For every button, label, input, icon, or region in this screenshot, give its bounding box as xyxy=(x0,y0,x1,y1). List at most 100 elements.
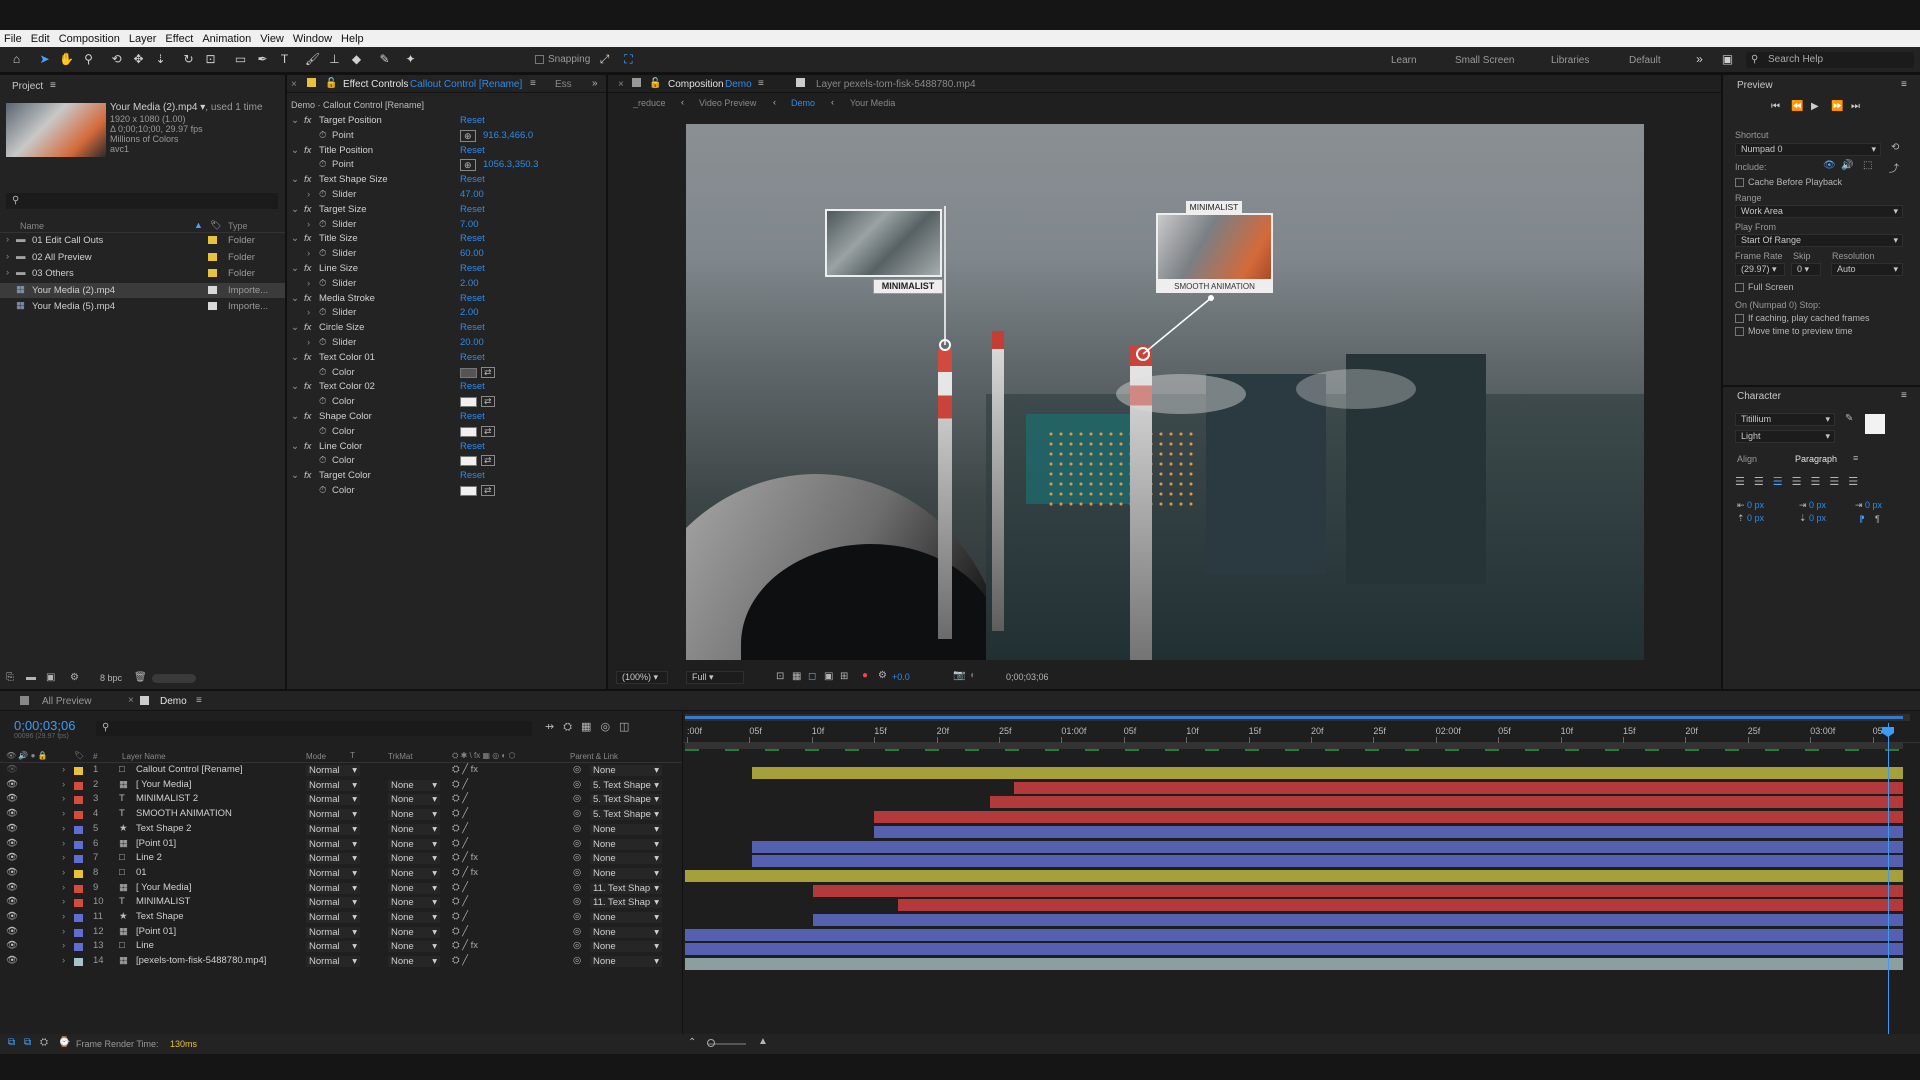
parent-select[interactable]: None ▾ xyxy=(590,941,662,953)
eye-toggle-icon[interactable]: 👁 xyxy=(6,911,18,922)
fx-icon[interactable]: fx xyxy=(304,263,311,274)
blend-mode-select[interactable]: Normal ▾ xyxy=(306,809,360,821)
blend-mode-select[interactable]: Normal ▾ xyxy=(306,823,360,835)
panel-menu-icon[interactable]: ≡ xyxy=(758,78,764,89)
grid-snap-icon[interactable]: ⛶ xyxy=(620,51,637,68)
layer-name[interactable]: [Point 01] xyxy=(136,838,176,849)
blend-mode-select[interactable]: Normal ▾ xyxy=(306,765,360,776)
blend-mode-select[interactable]: Normal ▾ xyxy=(306,838,360,850)
trkmat-select[interactable]: None ▾ xyxy=(388,853,440,865)
label-chip[interactable] xyxy=(74,855,83,864)
layer-viewer-tab[interactable]: Layer pexels-tom-fisk-5488780.mp4 xyxy=(816,79,976,90)
stopwatch-icon[interactable]: ⏱ xyxy=(319,159,326,170)
color-swatch[interactable] xyxy=(460,367,477,378)
color-swatch[interactable] xyxy=(460,397,477,408)
expand-chevron-icon[interactable]: › xyxy=(6,251,9,262)
expand-chevron-icon[interactable]: › xyxy=(62,955,65,966)
orbit-tool-icon[interactable]: ⟲ xyxy=(108,51,125,68)
panel-menu-icon[interactable]: ≡ xyxy=(1901,390,1907,401)
transfer-controls-icon[interactable]: ⧉ xyxy=(24,1037,31,1048)
pick-whip-icon[interactable]: ◎ xyxy=(573,808,581,819)
effect-header[interactable]: ⌄ fx Line Color Reset xyxy=(287,441,606,455)
justify-left-icon[interactable]: ☰ xyxy=(1792,476,1811,488)
workspace-learn[interactable]: Learn xyxy=(1391,55,1417,66)
fill-color-swatch[interactable] xyxy=(1865,414,1885,434)
expand-chevron-icon[interactable]: › xyxy=(62,882,65,893)
menu-window[interactable]: Window xyxy=(293,33,332,45)
justify-right-icon[interactable]: ☰ xyxy=(1829,476,1848,488)
trkmat-select[interactable]: None ▾ xyxy=(388,867,440,879)
eyedropper-icon[interactable]: ⇄ xyxy=(481,485,495,496)
tab-demo[interactable]: Demo xyxy=(160,696,187,707)
effect-controls-layer-name[interactable]: Callout Control [Rename] xyxy=(410,79,522,90)
parent-select[interactable]: 5. Text Shape ▾ xyxy=(590,794,662,806)
effect-reset-link[interactable]: Reset xyxy=(460,381,485,392)
menu-view[interactable]: View xyxy=(260,33,284,45)
pick-whip-icon[interactable]: ◎ xyxy=(573,793,581,804)
home-icon[interactable]: ⌂ xyxy=(8,51,25,68)
time-ruler[interactable]: :00f 05f 10f 15f 20f 25f 01:00f 05f 10f 15f 20f 25f… xyxy=(683,723,1920,743)
layer-duration-bar[interactable] xyxy=(989,796,1903,809)
hand-tool-icon[interactable]: ✋ xyxy=(58,51,75,68)
eye-toggle-icon[interactable]: 👁 xyxy=(6,793,18,804)
effect-header[interactable]: ⌄ fx Text Shape Size Reset xyxy=(287,174,606,188)
effect-value[interactable]: 1056.3,350.3 xyxy=(483,159,538,170)
zoom-out-icon[interactable]: ⌃ xyxy=(688,1037,696,1048)
parent-select[interactable]: None ▾ xyxy=(590,853,662,865)
point-target-icon[interactable]: ⊕ xyxy=(460,129,476,142)
parent-select[interactable]: None ▾ xyxy=(590,867,662,879)
color-swatch[interactable] xyxy=(460,456,477,467)
label-chip[interactable] xyxy=(208,302,217,310)
layer-switches[interactable]: ⛭ ╱ fx xyxy=(452,940,478,951)
essential-graphics-tab[interactable]: Ess xyxy=(555,79,572,90)
magnification-select[interactable]: (100%) ▾ xyxy=(616,671,668,684)
cache-before-playback-checkbox[interactable]: Cache Before Playback xyxy=(1735,177,1842,188)
fx-icon[interactable]: fx xyxy=(304,411,311,422)
mask-visibility-icon[interactable]: ◻ xyxy=(808,671,816,682)
blend-mode-select[interactable]: Normal ▾ xyxy=(306,897,360,909)
collapse-chevron-icon[interactable]: ⌄ xyxy=(291,322,299,333)
label-chip[interactable] xyxy=(74,767,83,775)
layer-name[interactable]: SMOOTH ANIMATION xyxy=(136,808,232,819)
label-col-icon[interactable]: 🏷 xyxy=(210,220,221,231)
search-help-box[interactable]: ⚲ Search Help xyxy=(1746,52,1914,68)
trkmat-select[interactable]: None ▾ xyxy=(388,897,440,909)
stamp-tool-icon[interactable]: ⊥ xyxy=(326,51,343,68)
expand-chevron-icon[interactable]: › xyxy=(307,248,310,259)
bit-depth-label[interactable]: 8 bpc xyxy=(100,673,122,683)
color-management-icon[interactable]: ⚙ xyxy=(878,670,887,681)
parent-select[interactable]: None ▾ xyxy=(590,956,662,968)
play-cached-checkbox[interactable]: If caching, play cached frames xyxy=(1735,313,1870,324)
effect-reset-link[interactable]: Reset xyxy=(460,470,485,481)
layer-switches[interactable]: ⛭ ╱ xyxy=(452,823,468,834)
workspace-small-screen[interactable]: Small Screen xyxy=(1455,55,1514,66)
effect-header[interactable]: ⌄ fx Shape Color Reset xyxy=(287,411,606,425)
layer-name[interactable]: [Point 01] xyxy=(136,926,176,937)
parent-select[interactable]: 11. Text Shap ▾ xyxy=(590,897,662,909)
fx-icon[interactable]: fx xyxy=(304,233,311,244)
play-from-select[interactable]: Start Of Range ▾ xyxy=(1735,234,1903,247)
breadcrumb-your-media[interactable]: Your Media xyxy=(850,98,895,108)
color-swatch[interactable] xyxy=(460,426,477,437)
space-after-field[interactable]: ⇣ 0 px xyxy=(1799,513,1826,524)
eraser-tool-icon[interactable]: ◆ xyxy=(348,51,365,68)
play-icon[interactable]: ▶ xyxy=(1811,101,1819,112)
viewer-timecode[interactable]: 0;00;03;06 xyxy=(1006,672,1049,682)
pick-whip-icon[interactable]: ◎ xyxy=(573,940,581,951)
close-tab-icon[interactable]: × xyxy=(291,79,297,90)
pen-tool-icon[interactable]: ✒ xyxy=(254,51,271,68)
label-chip[interactable] xyxy=(74,811,83,820)
align-left-icon[interactable]: ☰ xyxy=(1735,476,1754,488)
layer-switches[interactable]: ⛭ ╱ xyxy=(452,779,468,790)
graph-editor-icon[interactable]: ◫ xyxy=(619,721,638,733)
pick-whip-icon[interactable]: ◎ xyxy=(573,911,581,922)
eyedropper-icon[interactable]: ⇄ xyxy=(481,366,495,378)
effect-value[interactable]: 2.00 xyxy=(460,278,479,289)
trkmat-select[interactable]: None ▾ xyxy=(388,809,440,821)
layer-switches[interactable]: ⛭ ╱ fx xyxy=(452,764,478,775)
eye-toggle-icon[interactable]: 👁 xyxy=(6,882,18,893)
effect-value[interactable]: 20.00 xyxy=(460,337,484,348)
project-item[interactable]: › ▬ 01 Edit Call Outs Folder xyxy=(0,233,285,248)
label-chip[interactable] xyxy=(208,252,217,261)
expand-chevron-icon[interactable]: › xyxy=(62,808,65,819)
